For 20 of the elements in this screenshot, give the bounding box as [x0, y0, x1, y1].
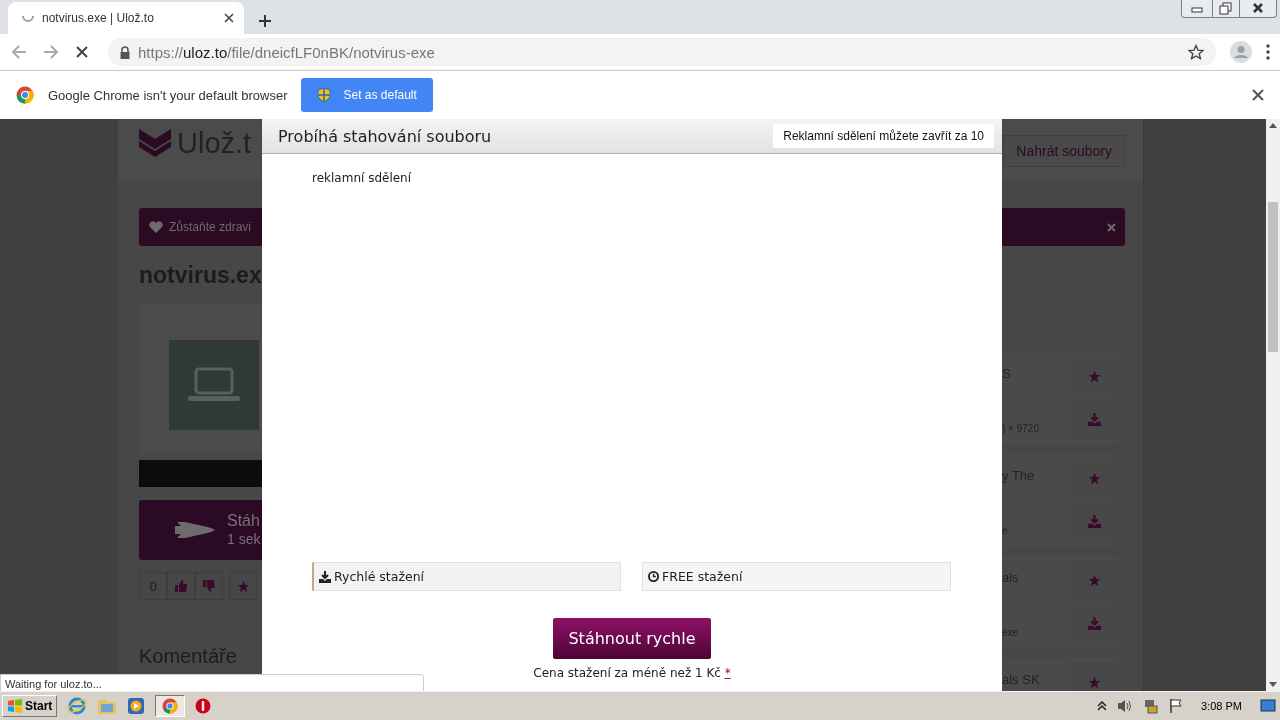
- download-option-tab[interactable]: FREE stažení: [642, 562, 951, 591]
- clock: 3:08 PM: [1201, 700, 1242, 712]
- ad-label: reklamní sdělení: [312, 170, 413, 187]
- tab-title: notvirus.exe | Ulož.to: [42, 11, 155, 25]
- upload-files-button[interactable]: Nahrát soubory: [1003, 134, 1125, 167]
- start-button[interactable]: Start: [2, 695, 58, 717]
- download-option-tab[interactable]: Rychlé stažení: [312, 562, 621, 591]
- download-time: 1 sek: [227, 530, 261, 549]
- browser-tab[interactable]: notvirus.exe | Ulož.to: [8, 2, 244, 34]
- set-default-button[interactable]: Set as default: [301, 78, 433, 112]
- footnote-link[interactable]: *: [724, 666, 731, 680]
- banner-text: Zůstaňte zdravi: [169, 220, 252, 234]
- status-bubble: Waiting for uloz.to...: [0, 674, 424, 691]
- download-label: Stáh: [227, 511, 261, 530]
- ad-countdown: Reklamní sdělení můžete zavřít za 10: [773, 124, 994, 148]
- download-fast-button[interactable]: Stáhnout rychle: [553, 618, 711, 659]
- dialog-title: Probíhá stahování souboru: [278, 126, 493, 146]
- fast-download-button[interactable]: Stáh 1 sek: [139, 500, 262, 560]
- price-note: Cena stažení za méně než 1 Kč *: [533, 666, 731, 680]
- infobar-message: Google Chrome isn't your default browser: [48, 87, 288, 103]
